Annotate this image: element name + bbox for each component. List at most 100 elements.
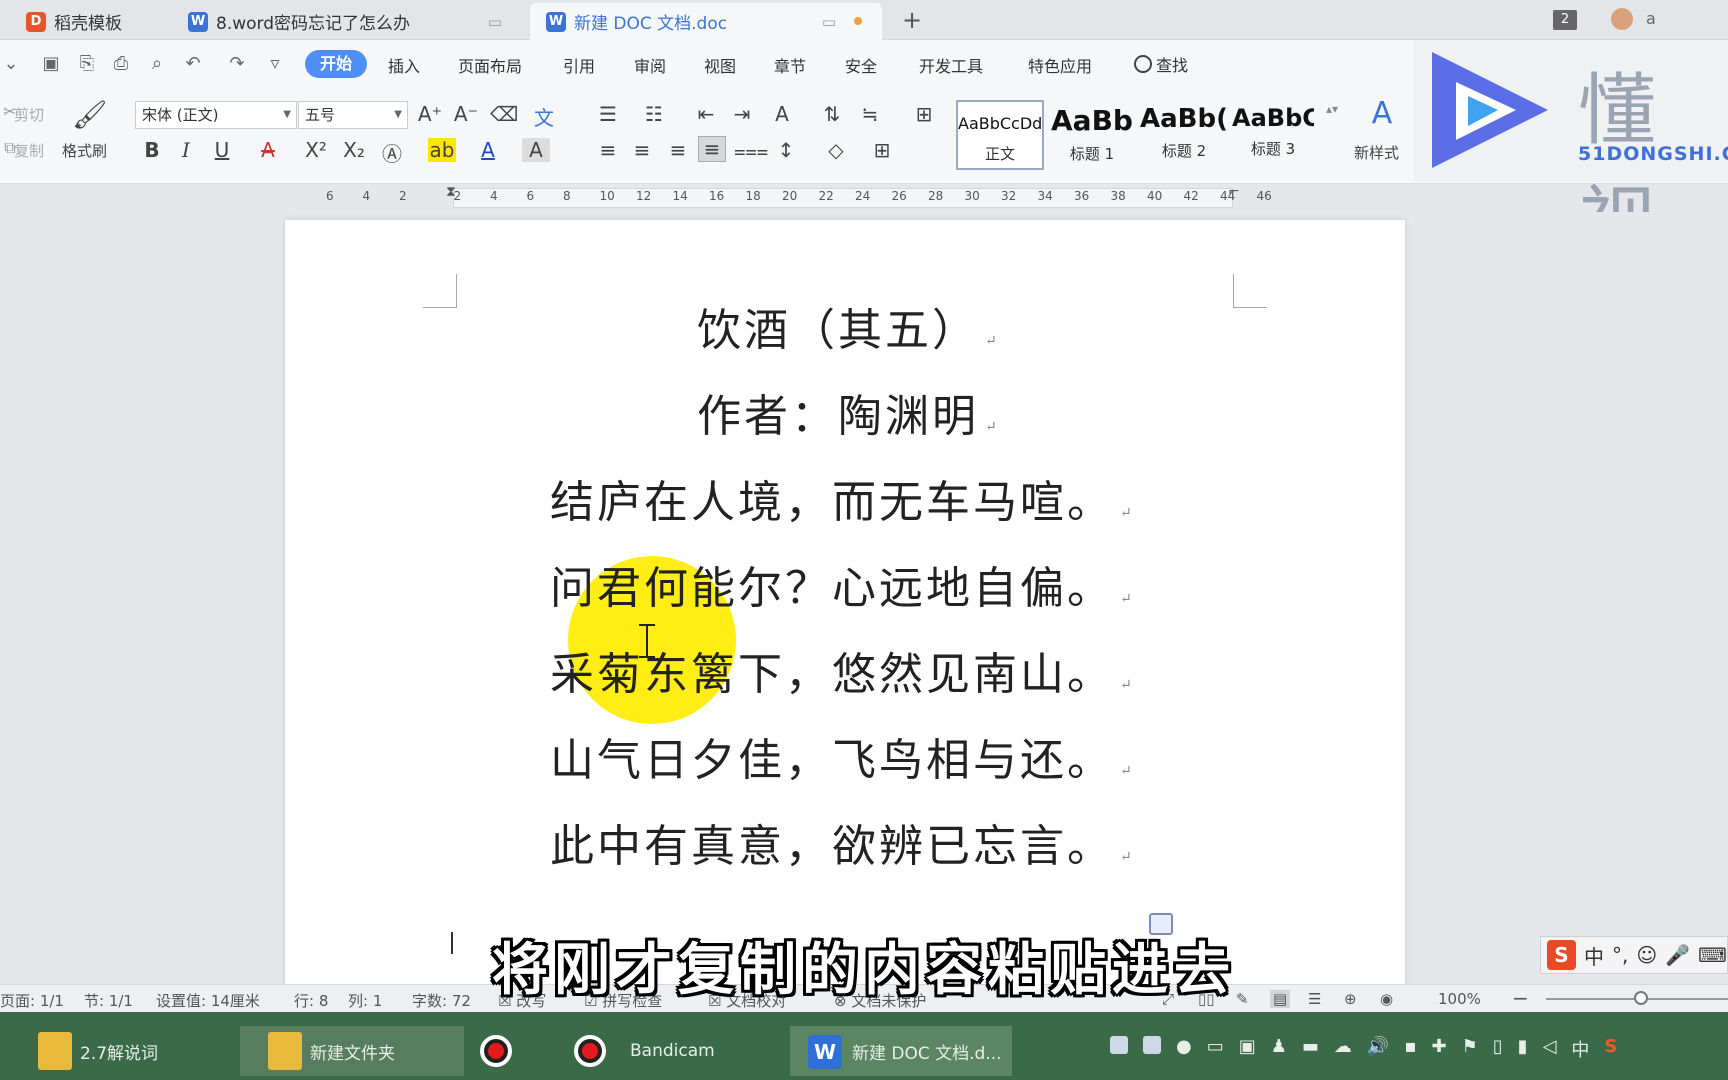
cloud-icon[interactable]: ☁ (1334, 1036, 1352, 1062)
monitor-icon[interactable]: ▭ (488, 13, 502, 31)
monitor-icon[interactable]: ▭ (822, 13, 836, 31)
tray-language[interactable]: 中 (1571, 1036, 1589, 1062)
poem-author[interactable]: 作者：陶渊明 ↵ (697, 380, 1000, 444)
window-icon[interactable]: ▣ (1239, 1036, 1256, 1062)
record-dot-icon[interactable]: ● (1176, 1036, 1192, 1062)
new-style-icon[interactable]: A (1368, 96, 1396, 131)
tab-new-doc[interactable]: W 新建 DOC 文档.doc ▭ (530, 3, 882, 40)
new-tab-button[interactable]: + (902, 6, 922, 34)
tab-chapter[interactable]: 章节 (774, 53, 806, 77)
horizontal-ruler[interactable]: 6 4 2 2 4 6 8 10 12 14 16 18 20 22 24 26 28 30 32 34 36 38 40 4… (0, 184, 1414, 212)
print-icon[interactable]: ⎙ (110, 53, 132, 75)
highlight-icon[interactable]: ab (428, 138, 456, 162)
signal-icon[interactable]: ▮ (1518, 1036, 1528, 1062)
grow-font-icon[interactable]: A⁺ (416, 102, 444, 126)
cut-label[interactable]: 剪切 (14, 104, 44, 125)
taskbar-item-folder-1[interactable]: 2.7解说词 (10, 1026, 232, 1076)
poem-line-3[interactable]: 采菊东篱下，悠然见南山。 ↵ (550, 638, 1135, 702)
taskbar-item-wps-doc[interactable]: W 新建 DOC 文档.d... (790, 1026, 1012, 1076)
format-painter-label[interactable]: 格式刷 (62, 140, 107, 161)
tab-start[interactable]: 开始 (305, 50, 367, 78)
right-indent-marker-icon[interactable]: ⌐ (1228, 184, 1240, 200)
poem-line-1[interactable]: 结庐在人境，而无车马喧。 ↵ (550, 466, 1135, 530)
window-count-badge[interactable]: 2 (1553, 10, 1577, 30)
sort-icon[interactable]: ⇅ (818, 102, 846, 126)
plus-icon[interactable]: ✚ (1432, 1036, 1447, 1062)
font-size-select[interactable]: 五号 ▼ (298, 101, 408, 129)
tab-insert[interactable]: 插入 (388, 53, 420, 77)
font-color-icon[interactable]: A (474, 138, 502, 162)
styles-scroll-icon[interactable]: ▴▾ (1318, 102, 1346, 116)
tab-special-apps[interactable]: 特色应用 (1028, 53, 1092, 77)
bullets-icon[interactable]: ☰ (594, 102, 622, 126)
customize-icon[interactable]: ▿ (264, 53, 286, 75)
tab-view[interactable]: 视图 (704, 53, 736, 77)
shading-icon[interactable]: ◇ (822, 138, 850, 162)
copy-label[interactable]: 复制 (14, 140, 44, 161)
shrink-font-icon[interactable]: A⁻ (452, 102, 480, 126)
subscript-icon[interactable]: X₂ (340, 138, 368, 162)
char-shading-icon[interactable]: A (522, 138, 550, 162)
text-direction-icon[interactable]: A (768, 102, 796, 126)
style-heading-2[interactable]: AaBb( 标题 2 (1140, 100, 1228, 170)
print-preview-icon[interactable]: ⌕ (146, 53, 168, 75)
indent-marker-icon[interactable]: ⧗ (446, 184, 456, 200)
poem-line-2[interactable]: 问君何能尔？心远地自偏。 ↵ (550, 552, 1135, 616)
text-effect-icon[interactable]: Ⓐ (378, 138, 406, 167)
qq-icon[interactable]: ♟ (1271, 1036, 1287, 1062)
export-icon[interactable]: ⎘ (76, 53, 98, 75)
align-center-icon[interactable]: ≡ (628, 138, 656, 162)
style-normal[interactable]: AaBbCcDd 正文 (956, 100, 1044, 170)
taskbar-item-recorder[interactable] (480, 1026, 538, 1076)
bold-icon[interactable]: B (138, 138, 166, 162)
tab-page-layout[interactable]: 页面布局 (458, 53, 522, 77)
distributed-icon[interactable]: ⩶ (734, 138, 768, 162)
avatar[interactable] (1611, 8, 1633, 30)
format-painter-icon[interactable]: 🖌 (72, 98, 108, 131)
numbering-icon[interactable]: ☷ (640, 102, 668, 126)
save-icon[interactable]: ▣ (40, 53, 62, 75)
phonetic-guide-icon[interactable]: 文 (530, 102, 558, 131)
increase-indent-icon[interactable]: ⇥ (728, 102, 756, 126)
line-spacing-icon[interactable]: ↕ (772, 138, 800, 162)
tab-developer-tools[interactable]: 开发工具 (919, 53, 983, 77)
superscript-icon[interactable]: X² (302, 138, 330, 162)
style-heading-3[interactable]: AaBbC 标题 3 (1232, 100, 1314, 170)
document-page[interactable]: 饮酒（其五） ↵ 作者：陶渊明 ↵ 结庐在人境，而无车马喧。 ↵ 问君何能尔？心远地自… (285, 220, 1405, 990)
poem-title[interactable]: 饮酒（其五） ↵ (697, 294, 1000, 358)
new-style-label[interactable]: 新样式 (1354, 142, 1399, 163)
tab-references[interactable]: 引用 (563, 53, 595, 77)
cube-icon[interactable] (1143, 1036, 1161, 1054)
strikethrough-icon[interactable]: A (254, 138, 282, 162)
speaker-icon[interactable]: ◁ (1543, 1036, 1557, 1062)
tab-docer-templates[interactable]: D 稻壳模板 (0, 3, 170, 40)
cube-icon[interactable] (1110, 1036, 1128, 1054)
battery-icon[interactable]: ▯ (1493, 1036, 1503, 1062)
chevron-down-icon[interactable]: ⌄ (0, 53, 22, 75)
show-marks-icon[interactable]: ≒ (856, 102, 884, 126)
undo-icon[interactable]: ↶ (182, 53, 204, 75)
decrease-indent-icon[interactable]: ⇤ (692, 102, 720, 126)
underline-icon[interactable]: U (208, 138, 236, 162)
display-icon[interactable]: ▭ (1207, 1036, 1224, 1062)
clear-format-icon[interactable]: ⌫ (490, 102, 518, 126)
search-button[interactable]: 查找 (1134, 52, 1188, 76)
volume-icon[interactable]: 🔊 (1367, 1036, 1389, 1062)
poem-line-5[interactable]: 此中有真意，欲辨已忘言。 ↵ (550, 810, 1135, 874)
user-name[interactable]: a (1646, 9, 1656, 28)
font-name-select[interactable]: 宋体 (正文) ▼ (135, 101, 297, 129)
table-grid-icon[interactable]: ⊞ (910, 102, 938, 126)
borders-icon[interactable]: ⊞ (868, 138, 896, 162)
taskbar-item-bandicam[interactable]: Bandicam (560, 1026, 780, 1076)
justify-icon[interactable]: ≡ (698, 136, 726, 162)
redo-icon[interactable]: ↷ (226, 53, 248, 75)
align-right-icon[interactable]: ≡ (664, 138, 692, 162)
app-icon[interactable]: ▪ (1404, 1036, 1416, 1062)
tab-word-password[interactable]: W 8.word密码忘记了怎么办 ▭ (172, 3, 528, 40)
style-heading-1[interactable]: AaBb 标题 1 (1048, 100, 1136, 170)
tab-review[interactable]: 审阅 (634, 53, 666, 77)
sogou-tray-icon[interactable]: S (1604, 1036, 1617, 1062)
taskbar-item-folder-2[interactable]: 新建文件夹 (240, 1026, 464, 1076)
poem-line-4[interactable]: 山气日夕佳，飞鸟相与还。 ↵ (550, 724, 1135, 788)
align-left-icon[interactable]: ≡ (594, 138, 622, 162)
